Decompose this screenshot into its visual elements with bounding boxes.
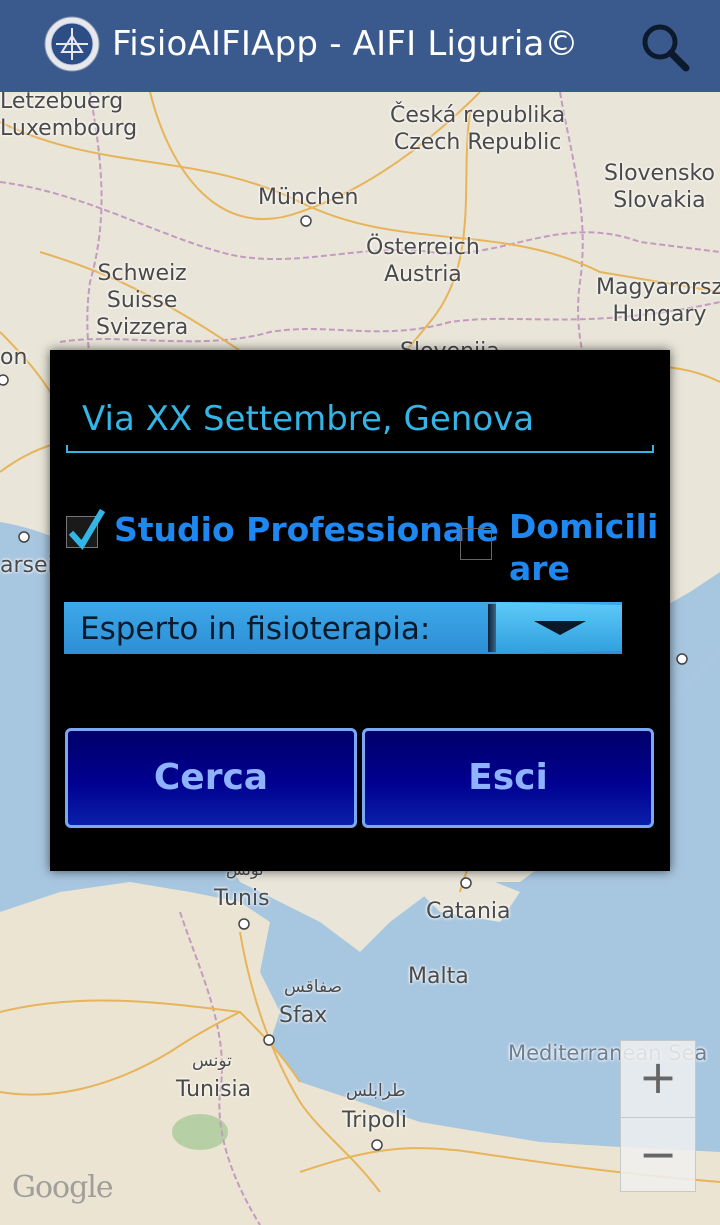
map-label-marseille: arsei bbox=[0, 553, 54, 578]
google-attribution: Google bbox=[12, 1170, 114, 1205]
address-input[interactable] bbox=[66, 386, 654, 452]
map-label-lyon: on bbox=[0, 345, 28, 370]
check-icon bbox=[68, 508, 106, 551]
spinner-selected-value: Esperto in fisioterapia: bbox=[80, 611, 431, 647]
studio-professionale-checkbox[interactable] bbox=[66, 508, 106, 551]
search-icon[interactable] bbox=[636, 18, 694, 76]
studio-professionale-label[interactable]: Studio Professionale bbox=[114, 510, 499, 549]
cerca-button[interactable]: Cerca bbox=[65, 728, 357, 828]
spinner-dropdown-button[interactable] bbox=[496, 602, 622, 654]
map-label-tunis: Tunis bbox=[214, 886, 270, 911]
map-label-hungary: Magyarorsz Hungary bbox=[596, 275, 720, 327]
map-label-switzerland: Schweiz Suisse Svizzera bbox=[96, 261, 189, 340]
map-label-munchen: München bbox=[258, 185, 359, 210]
spinner-divider bbox=[488, 604, 496, 652]
zoom-out-button[interactable]: − bbox=[621, 1117, 695, 1193]
address-input-underline bbox=[66, 445, 654, 453]
map-label-tripoli-arabic: طرابلس bbox=[346, 1081, 406, 1101]
chevron-down-icon bbox=[534, 621, 586, 635]
app-title: FisioAIFIApp - AIFI Liguria© bbox=[112, 24, 579, 64]
search-dialog: Studio Professionale Domiciliare Esperto… bbox=[50, 350, 670, 871]
map-label-sfax: Sfax bbox=[279, 1003, 328, 1028]
zoom-in-button[interactable]: + bbox=[621, 1041, 695, 1116]
action-bar: FisioAIFIApp - AIFI Liguria© bbox=[0, 0, 720, 92]
map-label-luxembourg: Letzebuerg Luxembourg bbox=[0, 92, 138, 141]
map-label-slovakia: Slovensko Slovakia bbox=[604, 161, 715, 213]
map-label-catania: Catania bbox=[426, 899, 511, 924]
specialty-spinner[interactable]: Esperto in fisioterapia: bbox=[64, 602, 622, 654]
zoom-control: + − bbox=[620, 1040, 696, 1192]
map-label-sfax-arabic: صفاقس bbox=[284, 977, 343, 997]
map-label-austria: Österreich Austria bbox=[366, 235, 480, 287]
map-label-malta: Malta bbox=[408, 964, 469, 989]
aifi-logo-icon bbox=[44, 16, 100, 72]
map-label-czech-republic: Česká republika Czech Republic bbox=[390, 103, 566, 155]
domiciliare-label[interactable]: Domiciliare bbox=[509, 506, 669, 590]
map-label-tunisia: Tunisia bbox=[176, 1077, 252, 1102]
map-label-tripoli: Tripoli bbox=[342, 1108, 408, 1133]
domiciliare-checkbox[interactable] bbox=[460, 528, 492, 560]
esci-button[interactable]: Esci bbox=[362, 728, 654, 828]
map-label-tunisia-arabic: تونس bbox=[192, 1051, 232, 1071]
